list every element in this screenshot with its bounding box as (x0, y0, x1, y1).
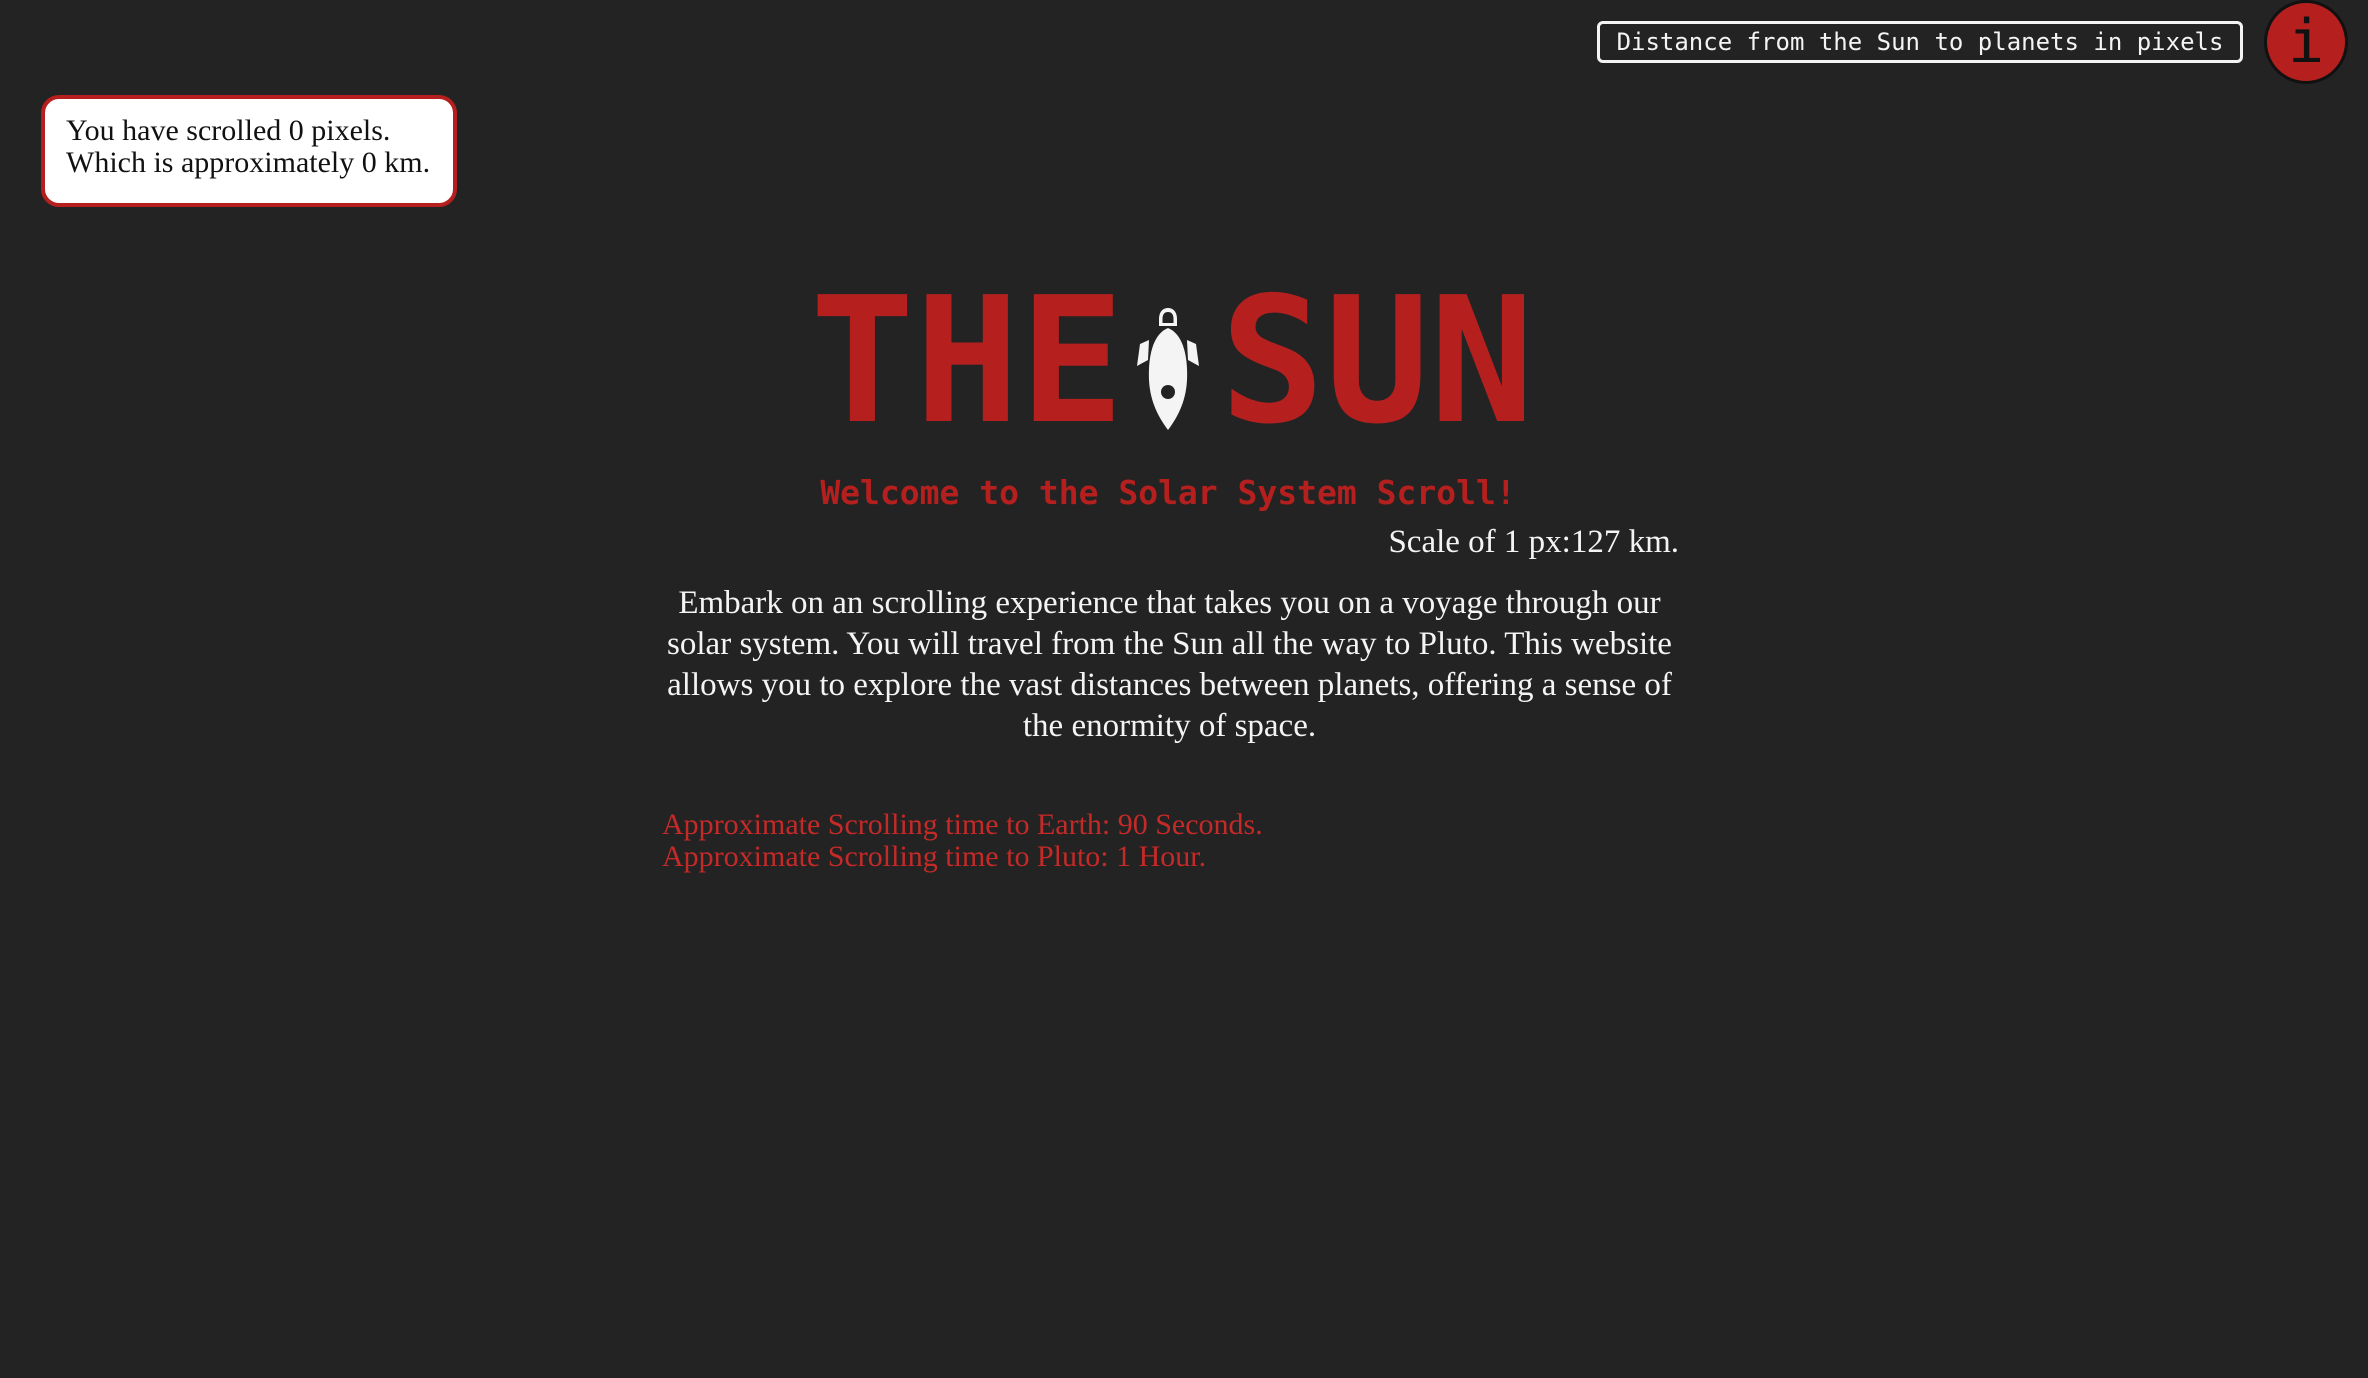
planet-distance-select[interactable]: Distance from the Sun to planets in pixe… (1597, 21, 2243, 63)
scroll-pixels-text: You have scrolled 0 pixels. (66, 114, 391, 147)
intro-paragraph: Embark on an scrolling experience that t… (667, 585, 1672, 744)
earth-scroll-time: Approximate Scrolling time to Earth: 90 … (662, 808, 1263, 841)
info-button[interactable]: i (2264, 0, 2348, 84)
scroll-km-text: Which is approximately 0 km. (66, 146, 431, 179)
scroll-times: Approximate Scrolling time to Earth: 90 … (662, 809, 1263, 873)
scale-text: Scale of 1 px:127 km. (1388, 524, 1679, 560)
pluto-scroll-time: Approximate Scrolling time to Pluto: 1 H… (662, 840, 1207, 873)
scroll-counter-box: You have scrolled 0 pixels. Which is app… (41, 95, 457, 207)
welcome-heading: Welcome to the Solar System Scroll! (820, 473, 1516, 512)
title-word-the: THE (810, 260, 1125, 463)
rocket-icon (1137, 308, 1199, 430)
title-word-sun: SUN (1220, 260, 1535, 463)
info-icon: i (2287, 7, 2325, 77)
